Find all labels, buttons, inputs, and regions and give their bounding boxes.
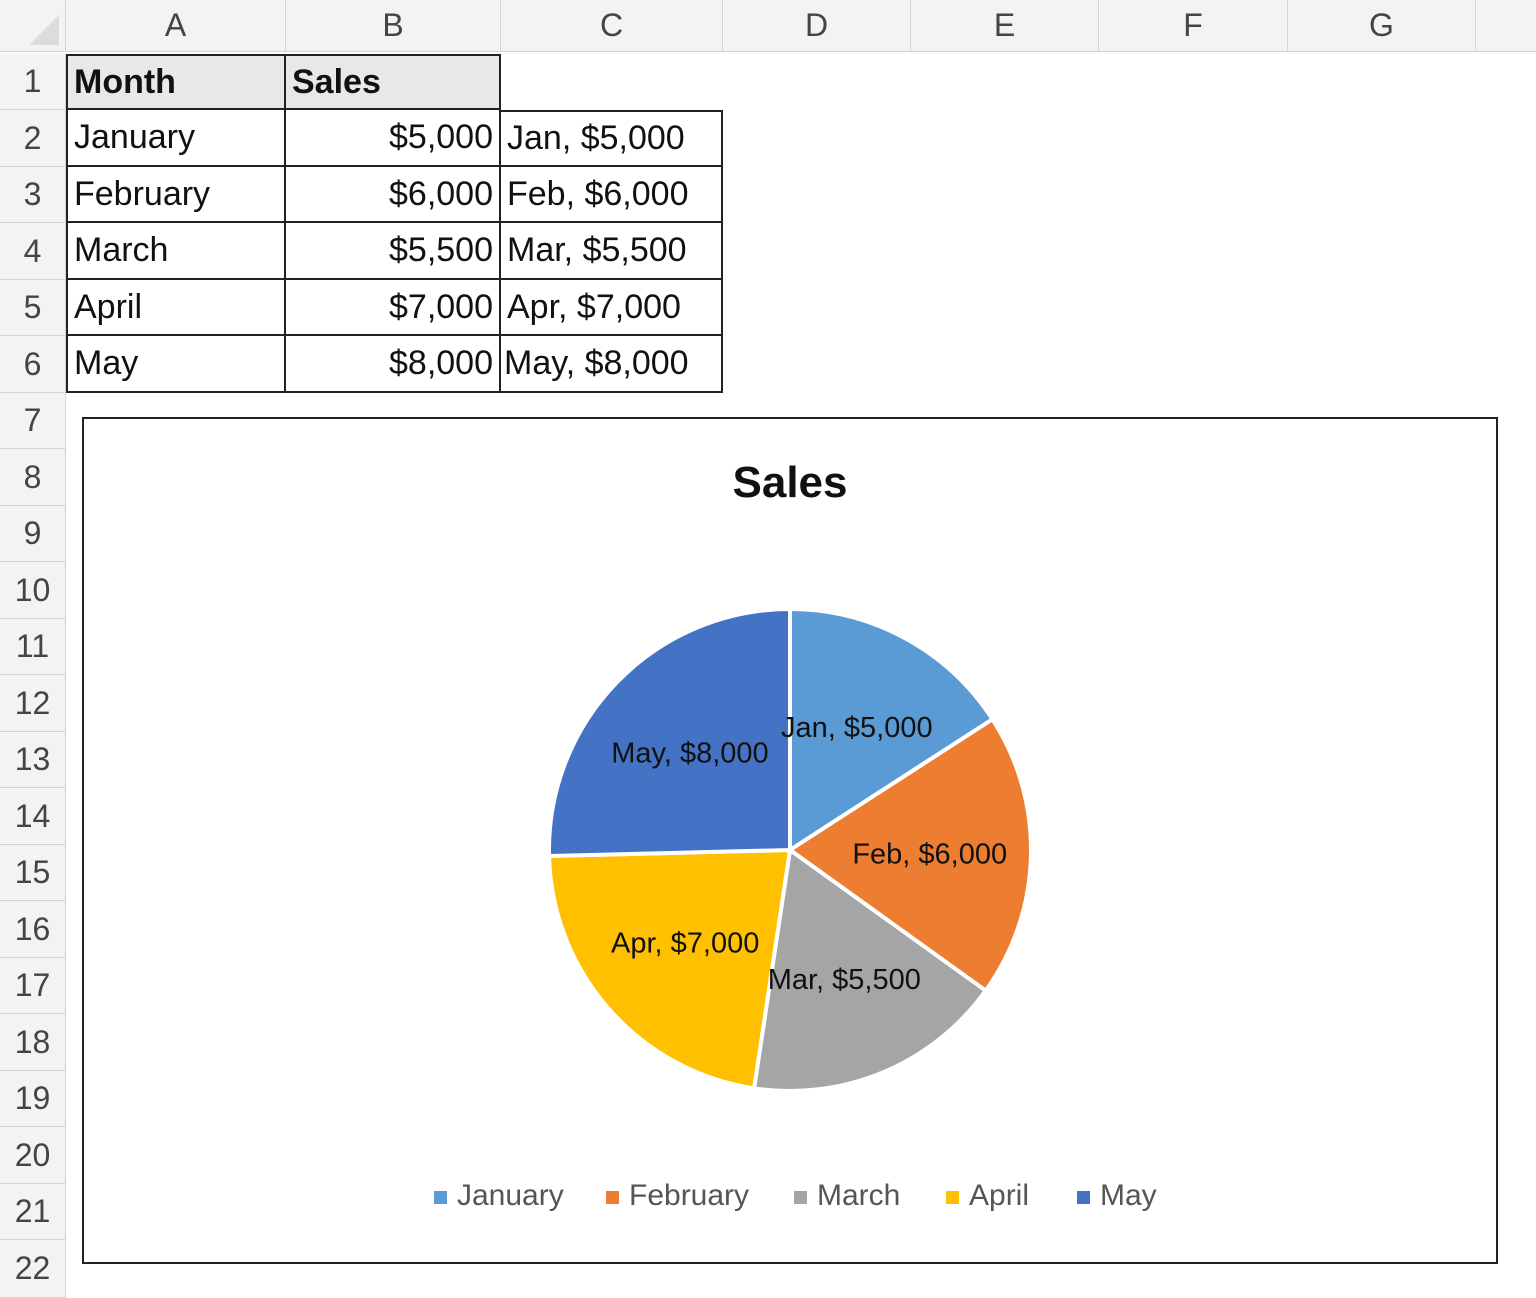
cell-a4[interactable]: March bbox=[66, 223, 286, 280]
legend-label-april[interactable]: April bbox=[969, 1179, 1029, 1212]
data-label-march: Mar, $5,500 bbox=[768, 964, 921, 996]
row-header-4[interactable]: 4 bbox=[0, 223, 66, 280]
row-header-2[interactable]: 2 bbox=[0, 110, 66, 167]
legend-label-january[interactable]: January bbox=[457, 1179, 564, 1212]
legend-swatch-february bbox=[606, 1191, 619, 1204]
select-all-corner[interactable] bbox=[0, 0, 66, 52]
legend-label-march[interactable]: March bbox=[817, 1179, 900, 1212]
pie-slice-may[interactable] bbox=[549, 609, 790, 856]
row-header-5[interactable]: 5 bbox=[0, 280, 66, 336]
row-header-22[interactable]: 22 bbox=[0, 1240, 66, 1298]
cell-b5[interactable]: $7,000 bbox=[286, 280, 501, 336]
row-header-15[interactable]: 15 bbox=[0, 845, 66, 901]
row-header-1[interactable]: 1 bbox=[0, 54, 66, 110]
spreadsheet: A B C D E F G 1 2 3 4 5 6 7 8 9 10 11 12… bbox=[0, 0, 1536, 1298]
cell-c4[interactable]: Mar, $5,500 bbox=[501, 223, 723, 280]
row-header-10[interactable]: 10 bbox=[0, 562, 66, 619]
row-header-18[interactable]: 18 bbox=[0, 1014, 66, 1071]
data-label-january: Jan, $5,000 bbox=[781, 712, 933, 744]
cell-c3[interactable]: Feb, $6,000 bbox=[501, 167, 723, 223]
data-label-february: Feb, $6,000 bbox=[852, 838, 1007, 870]
row-header-13[interactable]: 13 bbox=[0, 732, 66, 788]
column-header-c[interactable]: C bbox=[501, 0, 723, 52]
row-header-11[interactable]: 11 bbox=[0, 619, 66, 675]
cell-b2[interactable]: $5,000 bbox=[286, 110, 501, 167]
row-header-8[interactable]: 8 bbox=[0, 449, 66, 506]
row-header-7[interactable]: 7 bbox=[0, 393, 66, 449]
cell-a6[interactable]: May bbox=[66, 336, 286, 393]
column-header-a[interactable]: A bbox=[66, 0, 286, 52]
row-header-16[interactable]: 16 bbox=[0, 901, 66, 958]
legend-swatch-april bbox=[946, 1191, 959, 1204]
column-header-e[interactable]: E bbox=[911, 0, 1099, 52]
data-label-may: May, $8,000 bbox=[611, 737, 768, 769]
pie-chart-canvas: Sales Jan, $5,000 Feb, $6,000 Mar, $5,500 A… bbox=[84, 419, 1496, 1262]
cell-a5[interactable]: April bbox=[66, 280, 286, 336]
cell-b1-sales-header[interactable]: Sales bbox=[286, 54, 501, 110]
cell-b3[interactable]: $6,000 bbox=[286, 167, 501, 223]
pie-chart[interactable]: Sales Jan, $5,000 Feb, $6,000 Mar, $5,500 A… bbox=[82, 417, 1498, 1264]
pie-slice-april[interactable] bbox=[549, 850, 790, 1088]
cell-a1-month-header[interactable]: Month bbox=[66, 54, 286, 110]
select-all-triangle-icon bbox=[29, 15, 59, 45]
row-header-6[interactable]: 6 bbox=[0, 336, 66, 393]
cell-c6[interactable]: May, $8,000 bbox=[501, 336, 723, 393]
row-header-9[interactable]: 9 bbox=[0, 506, 66, 562]
cell-a3[interactable]: February bbox=[66, 167, 286, 223]
legend-label-may[interactable]: May bbox=[1100, 1179, 1157, 1212]
cell-c2[interactable]: Jan, $5,000 bbox=[501, 110, 723, 167]
legend-swatch-march bbox=[794, 1191, 807, 1204]
column-header-g[interactable]: G bbox=[1288, 0, 1476, 52]
row-header-17[interactable]: 17 bbox=[0, 958, 66, 1014]
legend-swatch-may bbox=[1077, 1191, 1090, 1204]
row-header-21[interactable]: 21 bbox=[0, 1184, 66, 1240]
row-header-3[interactable]: 3 bbox=[0, 167, 66, 223]
cell-b4[interactable]: $5,500 bbox=[286, 223, 501, 280]
column-header-f[interactable]: F bbox=[1099, 0, 1288, 52]
column-header-d[interactable]: D bbox=[723, 0, 911, 52]
cell-b6[interactable]: $8,000 bbox=[286, 336, 501, 393]
chart-title: Sales bbox=[733, 458, 848, 507]
cell-c5[interactable]: Apr, $7,000 bbox=[501, 280, 723, 336]
cell-a2[interactable]: January bbox=[66, 110, 286, 167]
row-header-19[interactable]: 19 bbox=[0, 1071, 66, 1127]
row-header-20[interactable]: 20 bbox=[0, 1127, 66, 1184]
row-header-12[interactable]: 12 bbox=[0, 675, 66, 732]
data-label-april: Apr, $7,000 bbox=[611, 927, 759, 959]
legend-swatch-january bbox=[434, 1191, 447, 1204]
legend-label-february[interactable]: February bbox=[629, 1179, 749, 1212]
row-header-14[interactable]: 14 bbox=[0, 788, 66, 845]
column-header-b[interactable]: B bbox=[286, 0, 501, 52]
chart-legend[interactable]: January February March April May bbox=[434, 1179, 1157, 1212]
column-header-overflow[interactable] bbox=[1476, 0, 1536, 52]
